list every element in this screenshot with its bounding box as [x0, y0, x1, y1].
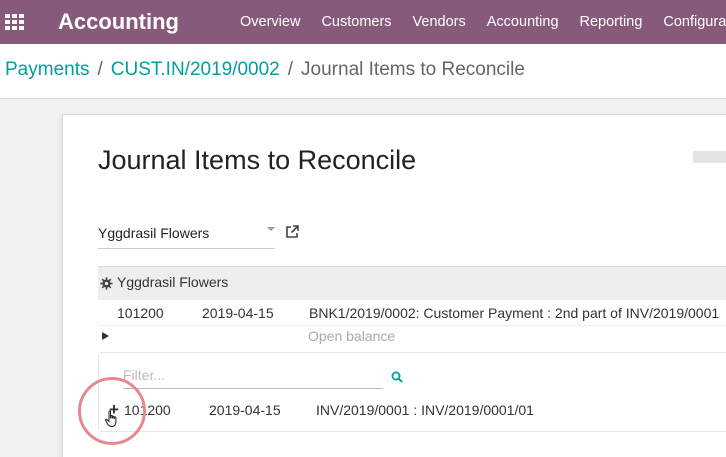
partner-group-header: Yggdrasil Flowers — [98, 266, 726, 300]
move-line-row[interactable]: 101200 2019-04-15 BNK1/2019/0002: Custom… — [98, 300, 726, 326]
top-navbar: Accounting Overview Customers Vendors Ac… — [0, 0, 726, 44]
open-balance-row[interactable]: Open balance — [98, 326, 726, 346]
apps-menu-icon[interactable] — [5, 14, 24, 30]
menu-item-overview[interactable]: Overview — [240, 14, 300, 30]
breadcrumb-separator: / — [287, 59, 294, 80]
menu-item-reporting[interactable]: Reporting — [580, 14, 643, 30]
expand-arrow-icon[interactable] — [102, 332, 109, 340]
menu-item-accounting[interactable]: Accounting — [487, 14, 559, 30]
menu-item-configuration[interactable]: Configuration — [663, 14, 726, 30]
candidate-row[interactable]: + 101200 2019-04-15 INV/2019/0001 : INV/… — [99, 398, 726, 424]
hand-pointer-cursor-icon — [105, 410, 117, 428]
control-panel: Payments / CUST.IN/2019/0002 / Journal Items… — [0, 44, 726, 99]
matching-candidates-box: + 101200 2019-04-15 INV/2019/0001 : INV/… — [98, 352, 726, 432]
candidate-label: INV/2019/0001 : INV/2019/0001/01 — [316, 402, 534, 418]
partner-select-value: Yggdrasil Flowers — [98, 225, 210, 241]
candidate-date: 2019-04-15 — [209, 402, 281, 418]
main-menu: Overview Customers Vendors Accounting Re… — [240, 14, 726, 30]
breadcrumb-separator: / — [97, 59, 103, 80]
filter-input[interactable] — [123, 363, 363, 387]
open-balance-label: Open balance — [308, 328, 396, 344]
menu-item-vendors[interactable]: Vendors — [413, 14, 466, 30]
partner-select[interactable]: Yggdrasil Flowers — [98, 213, 275, 249]
chevron-down-icon[interactable] — [267, 227, 275, 231]
reconcile-sheet: Journal Items to Reconcile Yggdrasil Flo… — [62, 114, 726, 457]
breadcrumb-payments[interactable]: Payments — [5, 59, 89, 80]
menu-item-customers[interactable]: Customers — [321, 14, 391, 30]
external-link-icon[interactable] — [285, 225, 299, 239]
move-line-label: BNK1/2019/0002: Customer Payment : 2nd p… — [309, 305, 720, 321]
page-title: Journal Items to Reconcile — [98, 145, 417, 175]
breadcrumb: Payments / CUST.IN/2019/0002 / Journal Items… — [5, 59, 525, 81]
move-line-date: 2019-04-15 — [202, 305, 274, 321]
app-title[interactable]: Accounting — [58, 9, 179, 35]
breadcrumb-payment-record[interactable]: CUST.IN/2019/0002 — [111, 59, 280, 80]
breadcrumb-current: Journal Items to Reconcile — [301, 59, 525, 80]
filter-field[interactable] — [123, 363, 383, 389]
candidate-account: 101200 — [124, 402, 171, 418]
gear-icon[interactable] — [100, 277, 113, 290]
search-icon[interactable] — [391, 371, 403, 383]
partner-name: Yggdrasil Flowers — [117, 274, 229, 290]
move-line-account: 101200 — [117, 305, 164, 321]
toolbar-button[interactable] — [693, 151, 726, 163]
